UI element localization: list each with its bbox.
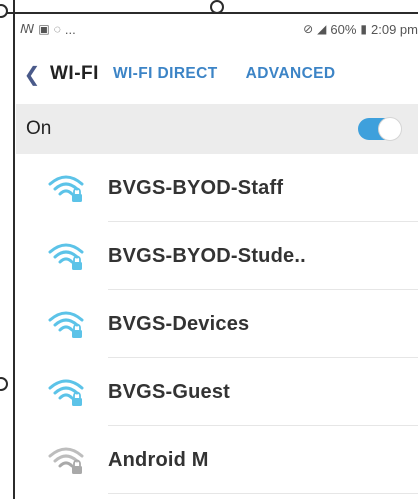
wifi-toggle-row[interactable]: On <box>16 104 418 154</box>
network-item[interactable]: BVGS-BYOD-Staff <box>16 154 418 222</box>
clock: 2:09 pm <box>371 21 418 37</box>
status-bar-left: ꟿ ▣ ◌ ... <box>16 22 76 37</box>
wifi-toggle-switch[interactable] <box>358 117 402 141</box>
status-bar-right: ⊘ ◢ 60% ▮ 2:09 pm <box>303 22 418 37</box>
wifi-settings-screen: ꟿ ▣ ◌ ... ⊘ ◢ 60% ▮ 2:09 pm ❮ WI-FI WI-F… <box>0 0 418 499</box>
wifi-toggle-label: On <box>26 118 52 139</box>
signal-icon: ◢ <box>317 22 327 36</box>
app-header: ❮ WI-FI WI-FI DIRECT ADVANCED <box>16 52 418 96</box>
status-bar: ꟿ ▣ ◌ ... ⊘ ◢ 60% ▮ 2:09 pm <box>16 14 418 44</box>
crop-handle-middle-left[interactable] <box>0 377 8 391</box>
secured-wifi-icon <box>48 243 84 270</box>
network-list: BVGS-BYOD-Staff BVGS-BYOD-Stude.. BVGS-D… <box>16 154 418 494</box>
secured-wifi-icon <box>48 311 84 338</box>
secured-wifi-weak-icon <box>48 447 84 474</box>
network-item[interactable]: BVGS-Guest <box>16 358 418 426</box>
crop-handle-top-left[interactable] <box>0 4 8 18</box>
network-name: BVGS-Guest <box>108 380 231 403</box>
secured-wifi-icon <box>48 175 84 202</box>
network-item[interactable]: BVGS-Devices <box>16 290 418 358</box>
page-title: WI-FI <box>50 63 99 84</box>
do-not-disturb-icon: ⊘ <box>303 22 314 36</box>
chat-icon: ◌ <box>53 22 61 36</box>
network-item[interactable]: Android M <box>16 426 418 494</box>
toggle-knob <box>378 117 402 141</box>
network-item[interactable]: BVGS-BYOD-Stude.. <box>16 222 418 290</box>
network-name: Android M <box>108 448 209 471</box>
secured-wifi-icon <box>48 379 84 406</box>
crop-handle-top-middle[interactable] <box>210 0 224 14</box>
tab-wifi-direct[interactable]: WI-FI DIRECT <box>113 65 218 83</box>
network-name: BVGS-Devices <box>108 312 250 335</box>
battery-icon: ▮ <box>360 22 368 36</box>
list-divider <box>108 493 418 494</box>
back-button[interactable]: ❮ <box>16 52 48 96</box>
notification-icon: ꟿ <box>20 22 35 36</box>
gallery-icon: ▣ <box>38 22 50 36</box>
selection-border-left <box>13 0 15 499</box>
chevron-left-icon: ❮ <box>23 63 41 86</box>
battery-percent: 60% <box>330 21 357 37</box>
network-name: BVGS-BYOD-Stude.. <box>108 244 306 267</box>
tab-advanced[interactable]: ADVANCED <box>246 65 336 83</box>
network-name: BVGS-BYOD-Staff <box>108 176 284 199</box>
status-ellipsis: ... <box>64 21 76 37</box>
